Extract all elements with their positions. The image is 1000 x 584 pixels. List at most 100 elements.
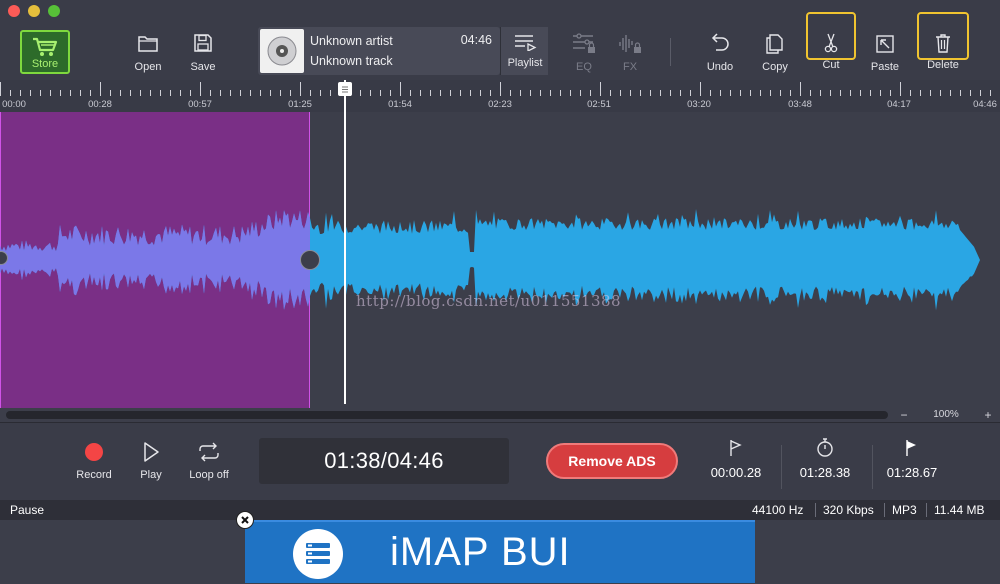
toolbar-divider: [670, 38, 671, 66]
open-button[interactable]: Open: [122, 30, 174, 73]
zoom-out-button[interactable]: −: [896, 408, 912, 422]
file-format: MP3: [892, 503, 917, 517]
status-divider: [884, 503, 885, 517]
tick-label: 00:00: [2, 99, 26, 110]
ad-logo: [293, 529, 343, 579]
playback-state: Pause: [10, 503, 45, 517]
floppy-disk-icon: [194, 34, 212, 52]
tick-label: 04:46: [973, 99, 997, 110]
selection-end-handle[interactable]: [300, 250, 320, 270]
marker-divider: [872, 445, 873, 489]
trash-icon: [936, 34, 950, 53]
delete-button[interactable]: Delete: [917, 12, 969, 71]
tick-label: 02:51: [587, 99, 611, 110]
loop-button[interactable]: Loop off: [179, 441, 239, 481]
waveform-editor[interactable]: http://blog.csdn.net/u011551388: [0, 112, 1000, 408]
ad-close-button[interactable]: [236, 511, 254, 529]
track-duration: 04:46: [460, 33, 492, 47]
remove-ads-button[interactable]: Remove ADS: [546, 443, 678, 479]
status-divider: [926, 503, 927, 517]
paste-icon: [876, 35, 894, 53]
ruler-ticks: [0, 82, 991, 96]
track-title: Unknown track: [310, 54, 393, 68]
status-bar: Pause 44100 Hz 320 Kbps MP3 11.44 MB: [0, 500, 1000, 520]
playlist-button[interactable]: Playlist: [500, 27, 548, 75]
time-display: 01:38/04:46: [259, 438, 509, 484]
track-info-panel[interactable]: Unknown artist Unknown track 04:46: [258, 27, 500, 75]
zoom-window-button[interactable]: [48, 5, 60, 17]
record-label: Record: [76, 469, 112, 481]
loop-icon: [199, 442, 219, 462]
marker-end-time: 01:28.67: [886, 465, 938, 480]
marker-length[interactable]: 01:28.38: [790, 437, 860, 480]
ad-area: iMAP BUI: [0, 520, 1000, 583]
cart-icon: [33, 37, 58, 56]
horizontal-scrollbar[interactable]: [6, 411, 888, 419]
playlist-icon: [515, 35, 537, 51]
save-label: Save: [190, 61, 216, 73]
copy-button[interactable]: Copy: [749, 30, 801, 73]
tick-label: 00:28: [88, 99, 112, 110]
watermark: http://blog.csdn.net/u011551388: [356, 292, 622, 310]
cut-button[interactable]: Cut: [806, 12, 856, 71]
equalizer-locked-icon: [573, 33, 595, 53]
bitrate: 320 Kbps: [823, 503, 874, 517]
paste-button[interactable]: Paste: [859, 30, 911, 73]
marker-start-time: 00:00.28: [710, 465, 762, 480]
close-window-button[interactable]: [8, 5, 20, 17]
delete-label: Delete: [927, 59, 959, 71]
transport-bar: Record Play Loop off 01:38/04:46 Remove …: [0, 422, 1000, 500]
ad-banner[interactable]: iMAP BUI: [245, 520, 755, 583]
play-icon: [144, 442, 159, 462]
tick-label: 01:25: [288, 99, 312, 110]
play-button[interactable]: Play: [121, 441, 181, 481]
tick-label: 04:17: [887, 99, 911, 110]
track-artist: Unknown artist: [310, 34, 393, 48]
cut-label: Cut: [822, 59, 840, 71]
fx-label: FX: [622, 61, 638, 73]
timeline-ruler[interactable]: 00:00 00:28 00:57 01:25 01:54 02:23 02:5…: [0, 80, 1000, 112]
save-button[interactable]: Save: [177, 30, 229, 73]
toolbar: Store Open Save Unknown artist Unknown t…: [0, 0, 1000, 80]
flag-outline-icon: [730, 440, 742, 456]
undo-icon: [711, 33, 729, 51]
marker-start[interactable]: 00:00.28: [701, 437, 771, 480]
file-size: 11.44 MB: [934, 503, 985, 517]
record-icon: [85, 443, 103, 461]
record-button[interactable]: Record: [64, 441, 124, 481]
undo-button[interactable]: Undo: [694, 30, 746, 73]
album-cover: [260, 29, 304, 73]
zoom-in-button[interactable]: +: [980, 408, 996, 422]
tick-label: 00:57: [188, 99, 212, 110]
marker-divider: [781, 445, 782, 489]
store-button[interactable]: Store: [20, 30, 70, 74]
tick-label: 02:23: [488, 99, 512, 110]
zoom-level: 100%: [933, 409, 959, 420]
store-label: Store: [31, 58, 59, 70]
status-divider: [815, 503, 816, 517]
fx-button[interactable]: FX: [604, 30, 656, 73]
tick-label: 03:48: [788, 99, 812, 110]
tick-label: 01:54: [388, 99, 412, 110]
marker-length-time: 01:28.38: [799, 465, 851, 480]
marker-end[interactable]: 01:28.67: [877, 437, 947, 480]
open-label: Open: [134, 61, 162, 73]
play-label: Play: [140, 469, 162, 481]
scissors-icon: [824, 33, 838, 53]
copy-label: Copy: [762, 61, 788, 73]
ad-text: iMAP BUI: [390, 530, 571, 574]
paste-label: Paste: [870, 61, 900, 73]
grip-icon: [342, 86, 348, 93]
tick-label: 03:20: [687, 99, 711, 110]
playhead[interactable]: [344, 80, 346, 404]
minimize-window-button[interactable]: [28, 5, 40, 17]
playhead-handle[interactable]: [338, 82, 352, 96]
playlist-label: Playlist: [507, 57, 543, 69]
stopwatch-icon: [817, 438, 833, 457]
fx-locked-icon: [619, 35, 641, 53]
loop-label: Loop off: [189, 469, 229, 481]
vinyl-disc-icon: [267, 36, 297, 66]
eq-button[interactable]: EQ: [558, 30, 610, 73]
copy-icon: [766, 34, 783, 54]
eq-label: EQ: [576, 61, 592, 73]
